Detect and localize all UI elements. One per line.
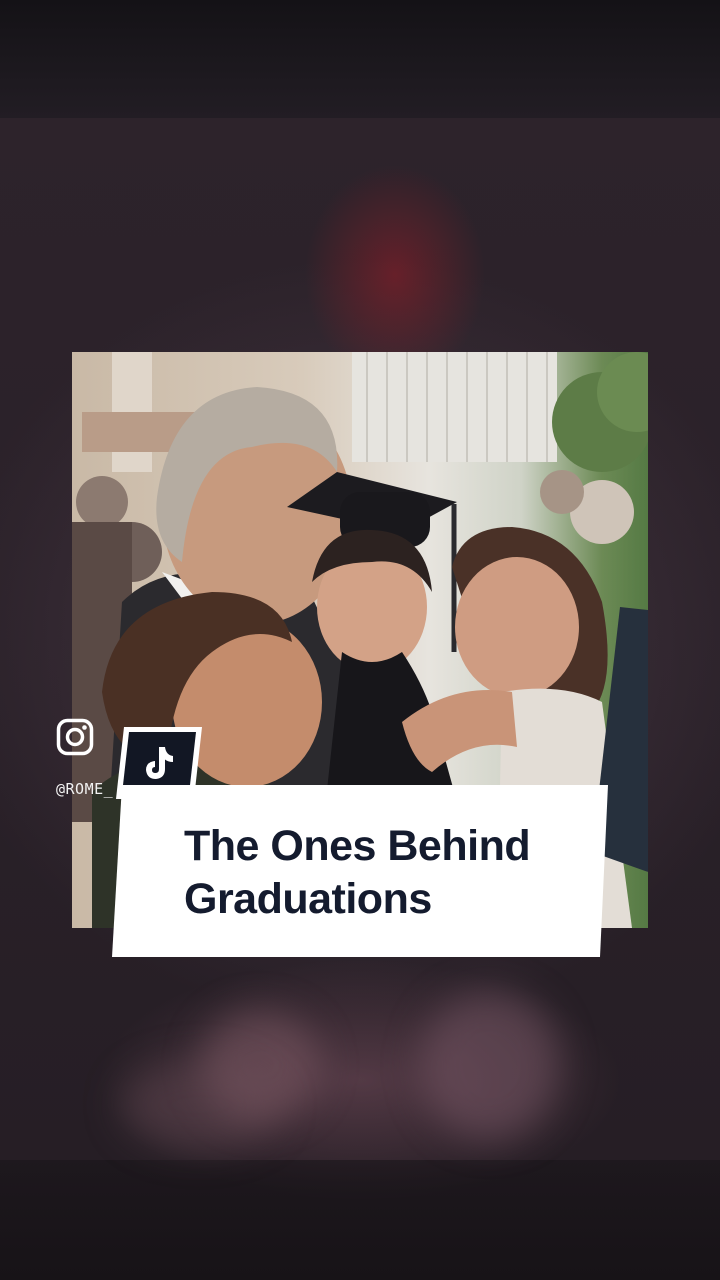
bottom-blurred-band [0,1160,720,1280]
video-caption: The Ones Behind Graduations [184,820,584,926]
instagram-icon[interactable] [56,718,94,756]
tiktok-icon[interactable] [140,744,176,782]
blurred-background-shape [420,990,560,1140]
top-blurred-band [0,0,720,118]
account-handle[interactable]: @ROME_ [56,780,113,798]
video-frame: @ROME_ The Ones Behind Graduations [0,0,720,1280]
caption-line-2: Graduations [184,875,432,923]
caption-line-1: The Ones Behind [184,822,531,870]
blurred-background-shape [120,1060,280,1150]
